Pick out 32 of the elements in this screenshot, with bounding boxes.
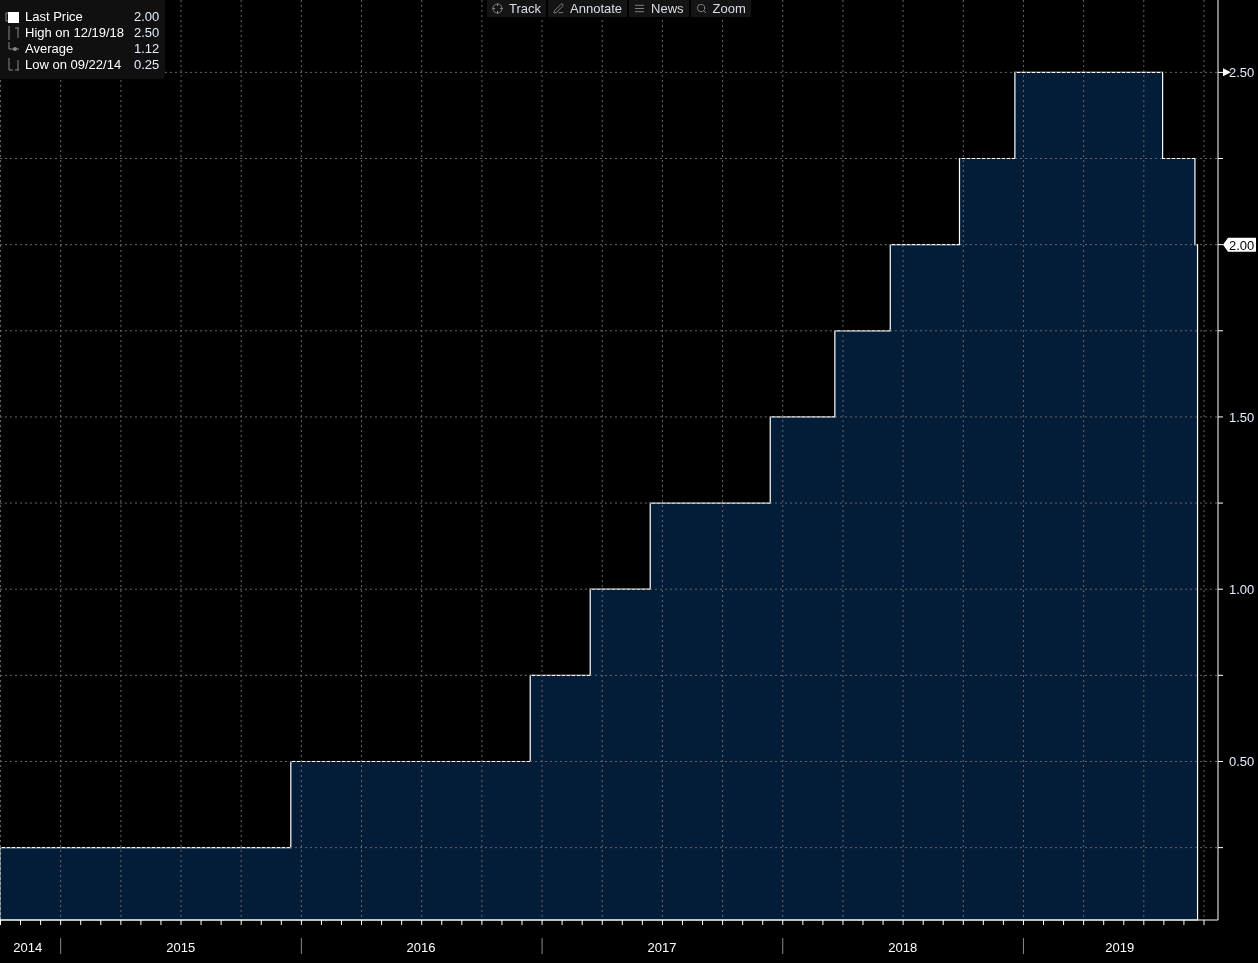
axis-label: 2014 bbox=[13, 940, 43, 955]
lines-icon bbox=[634, 2, 646, 14]
legend-value: 1.12 bbox=[133, 41, 160, 57]
axis-label: 2018 bbox=[888, 940, 918, 955]
y-tick-label: 2.00 bbox=[1229, 237, 1255, 253]
axis-label: 1.00 bbox=[1229, 582, 1255, 598]
pencil-icon bbox=[553, 2, 565, 14]
high-marker-icon bbox=[5, 26, 19, 40]
axis-label: 2016 bbox=[406, 940, 436, 955]
high-marker-icon bbox=[1223, 68, 1231, 77]
legend-value: 2.00 bbox=[133, 9, 160, 25]
low-marker-icon bbox=[5, 58, 19, 72]
last-price-label: 2.00 bbox=[1223, 237, 1256, 253]
search-icon bbox=[695, 2, 707, 14]
toolbar-button[interactable]: Track bbox=[487, 0, 547, 17]
square-icon bbox=[5, 11, 19, 23]
toolbar-button[interactable]: Annotate bbox=[548, 0, 628, 17]
legend-value: 0.25 bbox=[133, 57, 160, 73]
legend-label: High on 12/19/18 bbox=[25, 25, 125, 41]
crosshair-icon bbox=[492, 2, 503, 14]
toolbar-button[interactable]: Zoom bbox=[690, 0, 751, 17]
legend-value: 2.50 bbox=[133, 25, 160, 41]
axis-label: 2.50 bbox=[1229, 65, 1255, 81]
toolbar-button[interactable]: News bbox=[629, 0, 689, 17]
legend-label: Low on 09/22/14 bbox=[25, 57, 123, 73]
axis-label: 2015 bbox=[166, 940, 196, 955]
axis-label: 2019 bbox=[1105, 940, 1135, 955]
axis-label: 0.50 bbox=[1229, 754, 1255, 770]
legend-label: Last Price bbox=[25, 9, 84, 25]
legend-label: Average bbox=[25, 41, 75, 57]
axis-label: 1.50 bbox=[1229, 409, 1255, 425]
axis-label: 2017 bbox=[647, 940, 677, 955]
